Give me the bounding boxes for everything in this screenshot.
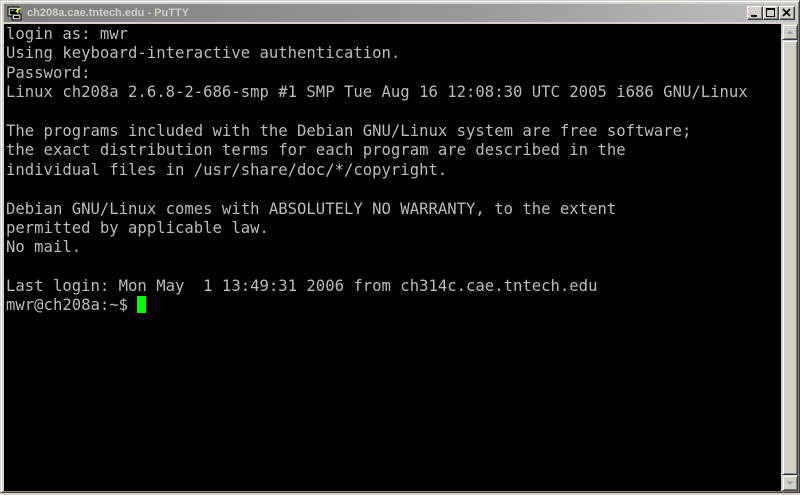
maximize-button[interactable] [763,6,779,20]
terminal-output: login as: mwr Using keyboard-interactive … [6,25,748,316]
putty-window: ch208a.cae.tntech.edu - PuTTY login as: … [0,0,800,493]
terminal-line: the exact distribution terms for each pr… [6,141,626,160]
terminal-line: Last login: Mon May 1 13:49:31 2006 from… [6,277,598,296]
putty-terminal-icon[interactable] [7,5,23,21]
prompt-line[interactable]: mwr@ch208a:~$ [6,296,748,315]
terminal-line: Debian GNU/Linux comes with ABSOLUTELY N… [6,199,617,218]
close-button[interactable] [779,6,795,20]
terminal-line: Using keyboard-interactive authenticatio… [6,44,401,63]
arrow-down-icon [786,481,794,485]
terminal-line: Linux ch208a 2.6.8-2-686-smp #1 SMP Tue … [6,83,748,102]
vertical-scrollbar[interactable] [782,24,798,491]
scroll-up-button[interactable] [782,24,798,40]
terminal-line: login as: mwr [6,25,129,43]
minimize-icon [751,15,757,17]
title-bar[interactable]: ch208a.cae.tntech.edu - PuTTY [4,4,796,22]
terminal-line: The programs included with the Debian GN… [6,121,692,140]
window-title: ch208a.cae.tntech.edu - PuTTY [27,7,189,19]
maximize-icon [766,8,775,17]
arrow-up-icon [786,30,794,34]
close-icon [782,8,791,17]
terminal-line: permitted by applicable law. [6,218,269,237]
scroll-thumb[interactable] [782,40,798,475]
text-cursor [137,296,147,314]
terminal-line: No mail. [6,238,82,257]
minimize-button[interactable] [747,6,763,20]
shell-prompt: mwr@ch208a:~$ [6,296,138,315]
terminal-area[interactable]: login as: mwr Using keyboard-interactive … [4,24,781,491]
scroll-down-button[interactable] [782,475,798,491]
terminal-line: Password: [6,63,91,82]
terminal-line: individual files in /usr/share/doc/*/cop… [6,160,448,179]
